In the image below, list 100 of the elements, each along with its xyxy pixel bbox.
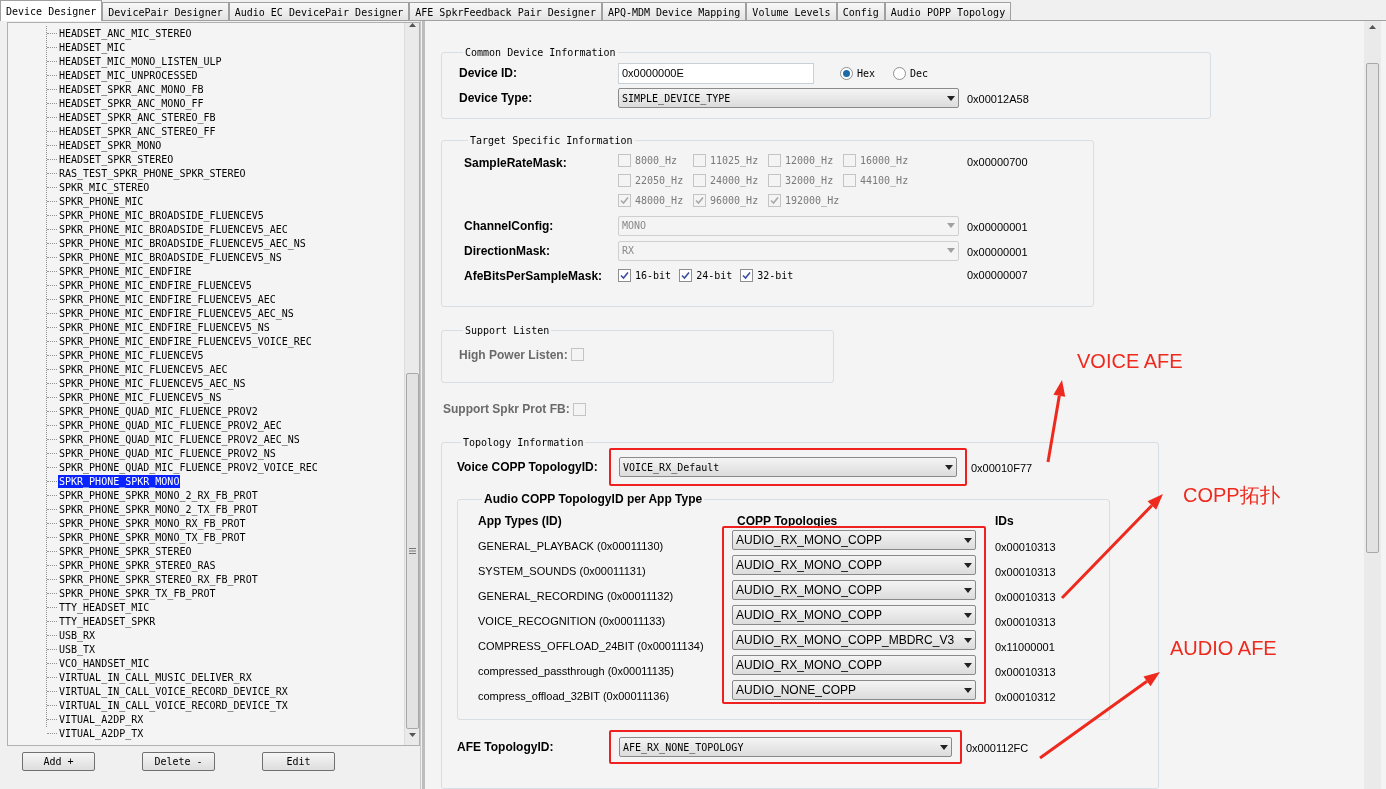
tree-item[interactable]: TTY_HEADSET_MIC: [58, 600, 151, 614]
tree-item[interactable]: SPKR_PHONE_MIC_FLUENCEV5_AEC_NS: [58, 376, 247, 390]
tree-item[interactable]: HEADSET_SPKR_ANC_MONO_FB: [58, 82, 205, 96]
dropdown[interactable]: AUDIO_RX_MONO_COPP: [732, 530, 976, 551]
dropdown[interactable]: AUDIO_RX_MONO_COPP: [732, 580, 976, 601]
tree-item[interactable]: VIRTUAL_IN_CALL_MUSIC_DELIVER_RX: [58, 670, 253, 684]
input-field[interactable]: 0x0000000E: [618, 62, 814, 84]
checkbox[interactable]: [679, 269, 693, 283]
radio-button[interactable]: [840, 66, 853, 80]
scrollbar[interactable]: [404, 23, 419, 745]
tree-item[interactable]: SPKR_PHONE_MIC_ENDFIRE_FLUENCEV5_AEC: [58, 292, 277, 306]
dropdown[interactable]: AUDIO_RX_MONO_COPP: [732, 555, 976, 576]
tree-item[interactable]: SPKR_PHONE_MIC_ENDFIRE: [58, 264, 193, 278]
tree-item[interactable]: USB_RX: [58, 628, 97, 642]
tab[interactable]: Audio EC DevicePair Designer: [228, 2, 410, 20]
tree-item[interactable]: SPKR_MIC_STEREO: [58, 180, 151, 194]
dropdown[interactable]: SIMPLE_DEVICE_TYPE: [618, 88, 959, 108]
field-label: AFE TopologyID:: [457, 739, 555, 757]
checkbox[interactable]: [618, 269, 631, 283]
tree-item[interactable]: RAS_TEST_SPKR_PHONE_SPKR_STEREO: [58, 166, 247, 180]
tree-item[interactable]: HEADSET_MIC_UNPROCESSED: [58, 68, 199, 82]
dropdown[interactable]: AUDIO_RX_MONO_COPP_MBDRC_V3: [732, 630, 976, 651]
tree-item[interactable]: SPKR_PHONE_QUAD_MIC_FLUENCE_PROV2_AEC_NS: [58, 432, 301, 446]
checkbox[interactable]: [740, 269, 754, 283]
tree-item[interactable]: SPKR_PHONE_MIC_FLUENCEV5_NS: [58, 390, 223, 404]
tree-item[interactable]: SPKR_PHONE_MIC_ENDFIRE_FLUENCEV5_NS: [58, 320, 271, 334]
dropdown[interactable]: AUDIO_NONE_COPP: [732, 680, 976, 701]
dropdown[interactable]: VOICE_RX_Default: [619, 457, 957, 478]
tree-item[interactable]: SPKR_PHONE_SPKR_MONO_2_TX_FB_PROT: [58, 502, 259, 516]
tree-item[interactable]: VITUAL_A2DP_RX: [58, 712, 145, 726]
tree-item[interactable]: SPKR_PHONE_MIC_BROADSIDE_FLUENCEV5_AEC: [58, 222, 289, 236]
tree-item[interactable]: SPKR_PHONE_SPKR_MONO_2_RX_FB_PROT: [58, 488, 259, 502]
tree-item[interactable]: HEADSET_SPKR_MONO: [58, 138, 163, 152]
tree-item[interactable]: VIRTUAL_IN_CALL_VOICE_RECORD_DEVICE_RX: [58, 684, 289, 698]
dropdown[interactable]: AUDIO_RX_MONO_COPP: [732, 605, 976, 626]
tree-item[interactable]: SPKR_PHONE_MIC_ENDFIRE_FLUENCEV5_AEC_NS: [58, 306, 295, 320]
tab[interactable]: DevicePair Designer: [102, 2, 229, 20]
tree-item[interactable]: SPKR_PHONE_MIC_FLUENCEV5_AEC: [58, 362, 229, 376]
field-label: Voice COPP TopologyID:: [457, 459, 599, 477]
group-title: Common Device Information: [464, 46, 617, 60]
tree-item[interactable]: SPKR_PHONE_MIC_BROADSIDE_FLUENCEV5_NS: [58, 250, 283, 264]
field-label: High Power Listen:: [459, 346, 568, 364]
action-button[interactable]: Edit: [262, 752, 335, 771]
tree-item[interactable]: SPKR_PHONE_SPKR_STEREO: [58, 544, 193, 558]
tab[interactable]: Volume Levels: [746, 2, 837, 20]
checkbox-label: 16-bit: [635, 269, 672, 284]
tree-item[interactable]: HEADSET_SPKR_ANC_STEREO_FF: [58, 124, 217, 138]
tree-item[interactable]: SPKR_PHONE_MIC: [58, 194, 145, 208]
dropdown[interactable]: AFE_RX_NONE_TOPOLOGY: [619, 737, 952, 758]
checkbox-label: 24000_Hz: [710, 173, 759, 188]
caret-icon: [964, 662, 972, 668]
tab[interactable]: Config: [836, 2, 885, 20]
tree-item[interactable]: SPKR_PHONE_SPKR_STEREO_RX_FB_PROT: [58, 572, 259, 586]
tree-item[interactable]: VITUAL_A2DP_TX: [58, 726, 145, 740]
tree-item[interactable]: HEADSET_SPKR_ANC_STEREO_FB: [58, 110, 217, 124]
group-title: Audio COPP TopologyID per App Type: [483, 491, 704, 509]
tree-item[interactable]: SPKR_PHONE_MIC_FLUENCEV5: [58, 348, 205, 362]
id-value: 0x000112FC: [966, 742, 1029, 755]
tree-item[interactable]: SPKR_PHONE_QUAD_MIC_FLUENCE_PROV2: [58, 404, 259, 418]
tree-item[interactable]: HEADSET_SPKR_ANC_MONO_FF: [58, 96, 205, 110]
field-label: ChannelConfig:: [464, 217, 555, 235]
tree-item[interactable]: USB_TX: [58, 642, 97, 656]
tree-item[interactable]: SPKR_PHONE_MIC_ENDFIRE_FLUENCEV5_VOICE_REC: [58, 334, 313, 348]
app-type-label: GENERAL_RECORDING (0x00011132): [478, 591, 675, 603]
tree-item[interactable]: SPKR_PHONE_SPKR_STEREO_RAS: [58, 558, 217, 572]
tree-item[interactable]: SPKR_PHONE_SPKR_MONO: [58, 474, 181, 488]
tree-item[interactable]: SPKR_PHONE_MIC_BROADSIDE_FLUENCEV5_AEC_NS: [58, 236, 307, 250]
tab[interactable]: AFE SpkrFeedback Pair Designer: [409, 2, 602, 20]
tree-item[interactable]: SPKR_PHONE_SPKR_TX_FB_PROT: [58, 586, 217, 600]
tab[interactable]: Audio POPP Topology: [884, 2, 1012, 20]
dropdown[interactable]: AUDIO_RX_MONO_COPP: [732, 655, 976, 676]
action-button[interactable]: Delete -: [142, 752, 215, 771]
tree-item[interactable]: SPKR_PHONE_MIC_BROADSIDE_FLUENCEV5: [58, 208, 265, 222]
checkbox-label: 22050_Hz: [635, 173, 684, 188]
tree-item[interactable]: HEADSET_MIC: [58, 40, 127, 54]
caret-icon: [947, 248, 955, 254]
radio-button[interactable]: [893, 66, 907, 80]
action-button[interactable]: Add +: [22, 752, 95, 771]
tree-item[interactable]: VCO_HANDSET_MIC: [58, 656, 151, 670]
id-value: 0x00010313: [995, 564, 1056, 580]
id-value: 0x00010313: [995, 539, 1056, 555]
tree-item[interactable]: SPKR_PHONE_MIC_ENDFIRE_FLUENCEV5: [58, 278, 253, 292]
tree-item[interactable]: HEADSET_MIC_MONO_LISTEN_ULP: [58, 54, 223, 68]
tree-item[interactable]: HEADSET_SPKR_STEREO: [58, 152, 175, 166]
tree-item[interactable]: TTY_HEADSET_SPKR: [58, 614, 157, 628]
tab[interactable]: Device Designer: [0, 0, 103, 21]
down-arrow-icon: [408, 733, 416, 737]
annotation-label: AUDIO AFE: [1170, 636, 1277, 661]
scrollbar[interactable]: [1364, 21, 1381, 789]
tree-item[interactable]: HEADSET_ANC_MIC_STEREO: [58, 26, 193, 40]
tree-item[interactable]: SPKR_PHONE_SPKR_MONO_RX_FB_PROT: [58, 516, 247, 530]
field-label: SampleRateMask:: [464, 154, 568, 172]
tree-item[interactable]: SPKR_PHONE_SPKR_MONO_TX_FB_PROT: [58, 530, 247, 544]
tree-item[interactable]: SPKR_PHONE_QUAD_MIC_FLUENCE_PROV2_VOICE_REC: [58, 460, 319, 474]
tree-item[interactable]: SPKR_PHONE_QUAD_MIC_FLUENCE_PROV2_AEC: [58, 418, 283, 432]
grip-icon: [408, 548, 416, 554]
id-value: 0x00000007: [967, 268, 1028, 284]
tree-item[interactable]: SPKR_PHONE_QUAD_MIC_FLUENCE_PROV2_NS: [58, 446, 277, 460]
tree-item[interactable]: VIRTUAL_IN_CALL_VOICE_RECORD_DEVICE_TX: [58, 698, 289, 712]
tab[interactable]: APQ-MDM Device Mapping: [601, 2, 747, 20]
